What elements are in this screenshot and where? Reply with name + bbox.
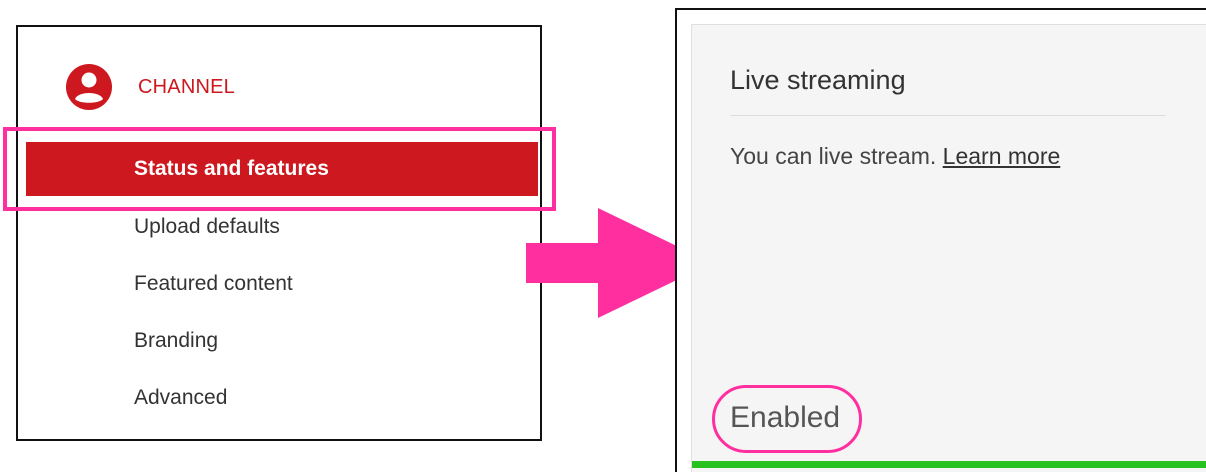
channel-section-title: CHANNEL	[138, 75, 235, 98]
sidebar-item-featured-content[interactable]: Featured content	[134, 272, 293, 296]
channel-section-header: CHANNEL	[66, 64, 235, 110]
status-indicator-bar	[692, 461, 1206, 468]
sidebar-item-status-and-features[interactable]: Status and features	[26, 142, 538, 196]
live-streaming-card: Live streaming You can live stream. Lear…	[691, 24, 1206, 472]
card-title: Live streaming	[730, 65, 906, 95]
channel-settings-sidebar: CHANNEL Status and features Upload defau…	[16, 25, 542, 441]
learn-more-link[interactable]: Learn more	[943, 143, 1061, 169]
account-circle-icon	[66, 64, 112, 110]
card-description: You can live stream. Learn more	[730, 143, 1060, 170]
card-description-text: You can live stream.	[730, 143, 937, 169]
sidebar-item-upload-defaults[interactable]: Upload defaults	[134, 215, 280, 239]
stage: CHANNEL Status and features Upload defau…	[0, 0, 1206, 472]
sidebar-item-advanced[interactable]: Advanced	[134, 386, 227, 410]
status-label: Enabled	[730, 401, 841, 434]
sidebar-item-branding[interactable]: Branding	[134, 329, 218, 353]
feature-detail-panel: Live streaming You can live stream. Lear…	[675, 8, 1206, 472]
card-divider	[730, 115, 1166, 116]
